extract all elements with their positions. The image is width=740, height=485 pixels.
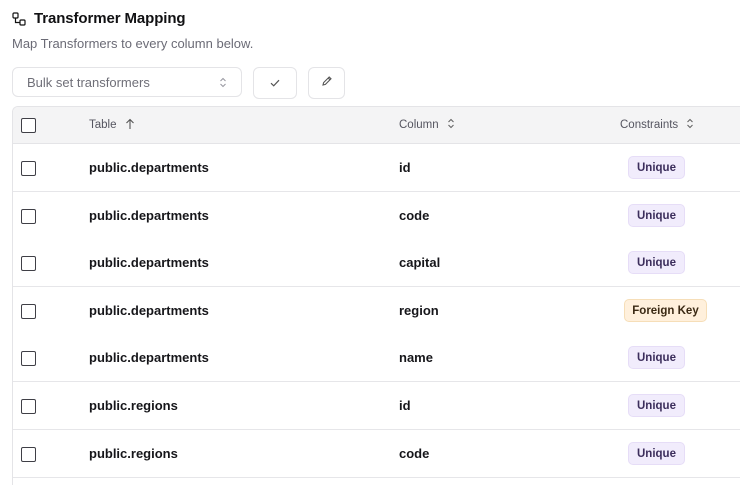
chevrons-up-down-icon bbox=[447, 118, 455, 132]
constraints-column-header[interactable]: Constraints bbox=[620, 107, 694, 143]
table-row[interactable]: public.departments region Foreign Key bbox=[13, 287, 740, 335]
table-row[interactable]: public.departments name Unique bbox=[13, 334, 740, 382]
constraint-badge: Unique bbox=[628, 394, 685, 417]
chevrons-up-down-icon bbox=[219, 77, 227, 88]
section-header: Transformer Mapping bbox=[12, 10, 186, 27]
constraint-badge: Unique bbox=[628, 204, 685, 227]
column-name-cell: code bbox=[399, 446, 430, 461]
column-name-cell: name bbox=[399, 350, 433, 365]
table-name-cell: public.departments bbox=[89, 303, 209, 318]
select-all-checkbox[interactable] bbox=[21, 118, 36, 133]
page-title: Transformer Mapping bbox=[34, 10, 186, 27]
table-name-cell: public.departments bbox=[89, 350, 209, 365]
table-name-cell: public.regions bbox=[89, 446, 178, 461]
table-row[interactable]: public.departments id Unique bbox=[13, 144, 740, 192]
row-checkbox[interactable] bbox=[21, 399, 36, 414]
column-name-cell: region bbox=[399, 303, 439, 318]
table-name-cell: public.departments bbox=[89, 255, 209, 270]
transformer-mapping-table: Table Column Constraints public.departme… bbox=[12, 106, 740, 485]
constraint-badge: Unique bbox=[628, 156, 685, 179]
table-row[interactable]: public.departments capital Unique bbox=[13, 239, 740, 287]
apply-bulk-button[interactable] bbox=[253, 67, 297, 99]
transformer-mapping-icon bbox=[12, 11, 26, 26]
row-checkbox[interactable] bbox=[21, 256, 36, 271]
column-name-cell: code bbox=[399, 208, 430, 223]
table-row[interactable]: public.regions id Unique bbox=[13, 382, 740, 430]
column-name-cell: id bbox=[399, 398, 411, 413]
table-name-cell: public.regions bbox=[89, 398, 178, 413]
column-name-cell: id bbox=[399, 160, 411, 175]
bulk-toolbar: Bulk set transformers bbox=[12, 67, 345, 99]
table-name-cell: public.departments bbox=[89, 160, 209, 175]
check-icon bbox=[270, 74, 280, 92]
column-column-header[interactable]: Column bbox=[399, 107, 455, 143]
constraints-header-label: Constraints bbox=[620, 119, 679, 131]
column-header-label: Column bbox=[399, 119, 439, 131]
arrow-up-icon bbox=[125, 118, 135, 133]
constraint-badge: Unique bbox=[628, 251, 685, 274]
transformer-mapping-page: Transformer Mapping Map Transformers to … bbox=[0, 0, 740, 485]
table-column-header[interactable]: Table bbox=[89, 107, 135, 143]
constraint-badge: Unique bbox=[628, 346, 685, 369]
row-checkbox[interactable] bbox=[21, 209, 36, 224]
constraint-badge: Foreign Key bbox=[624, 299, 707, 322]
pencil-icon bbox=[321, 74, 333, 92]
constraint-badge: Unique bbox=[628, 442, 685, 465]
row-checkbox[interactable] bbox=[21, 304, 36, 319]
column-name-cell: capital bbox=[399, 255, 441, 270]
row-checkbox[interactable] bbox=[21, 447, 36, 462]
row-checkbox[interactable] bbox=[21, 351, 36, 366]
edit-transformer-button[interactable] bbox=[308, 67, 345, 99]
row-checkbox[interactable] bbox=[21, 161, 36, 176]
table-row[interactable]: public.regions code Unique bbox=[13, 430, 740, 478]
page-subtitle: Map Transformers to every column below. bbox=[12, 36, 254, 51]
bulk-set-transformers-placeholder: Bulk set transformers bbox=[27, 74, 150, 90]
table-name-cell: public.departments bbox=[89, 208, 209, 223]
table-header: Table Column Constraints bbox=[13, 107, 740, 144]
table-header-label: Table bbox=[89, 119, 117, 131]
chevrons-up-down-icon bbox=[686, 118, 694, 132]
bulk-set-transformers-select[interactable]: Bulk set transformers bbox=[12, 67, 242, 97]
table-row[interactable]: public.departments code Unique bbox=[13, 192, 740, 240]
